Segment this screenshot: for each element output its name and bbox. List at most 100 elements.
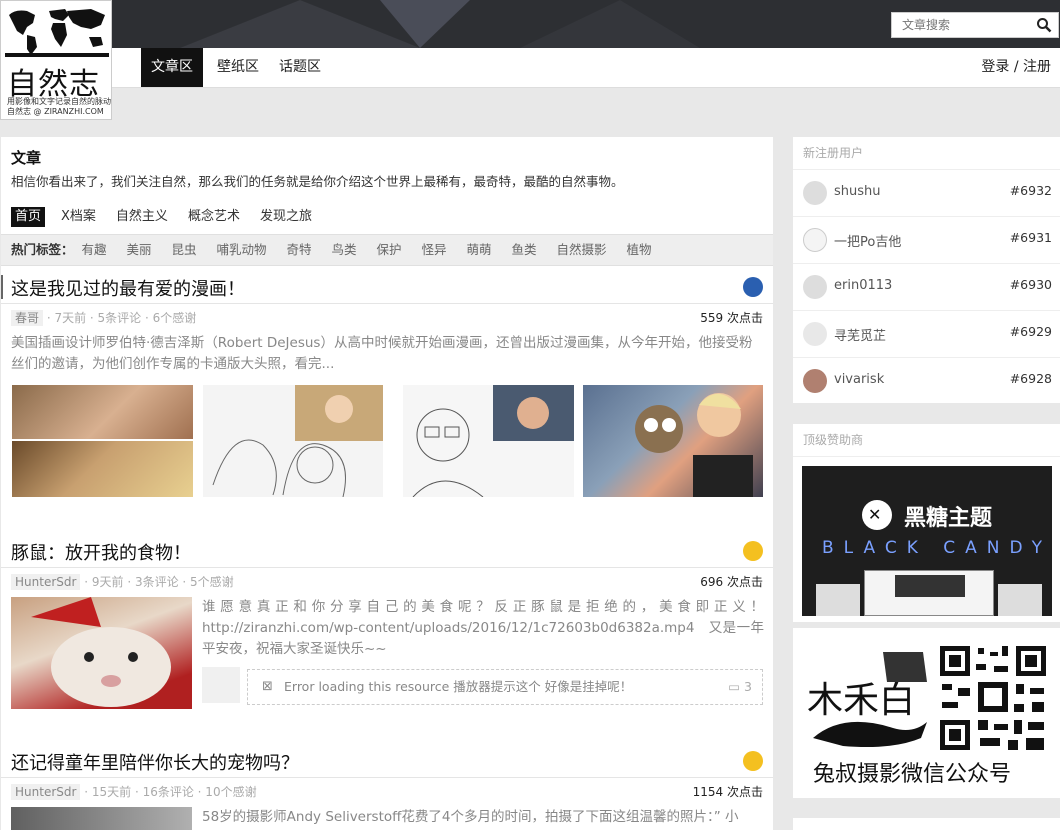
search-input[interactable] [892, 13, 1030, 37]
gallery-image[interactable] [583, 385, 763, 497]
hot-tags-label: 热门标签： [11, 242, 74, 257]
tag-link[interactable]: 奇特 [287, 242, 312, 257]
sponsor-banner[interactable]: ✕ 黑糖主题 BLACK CANDY [802, 466, 1052, 616]
nav-topics[interactable]: 话题区 [269, 48, 331, 87]
world-map-icon [5, 9, 109, 57]
new-users-widget: 新注册用户 shushu #6932 一把Po吉他 #6931 erin0113… [793, 137, 1060, 403]
comment-icon: ▭ [728, 679, 745, 694]
gallery-image[interactable] [12, 385, 193, 439]
tag-link[interactable]: 自然摄影 [557, 242, 607, 257]
nav-articles[interactable]: 文章区 [141, 48, 203, 87]
comment-count[interactable]: ▭ 3 [728, 670, 752, 704]
article-list-panel: 文章 相信你看出来了，我们关注自然，那么我们的任务就是给你介绍这个世界上最稀有，… [1, 137, 773, 830]
post-stats: · 15天前 · 16条评论 · 10个感谢 [80, 785, 257, 799]
post-item: 豚鼠：放开我的食物！ HunterSdr · 9天前 · 3条评论 · 5个感谢… [1, 539, 773, 739]
author-avatar[interactable] [743, 751, 763, 771]
cartoon-illustration [635, 393, 753, 497]
tag-link[interactable]: 美丽 [127, 242, 152, 257]
site-logo[interactable]: 自然志 用影像和文字记录自然的脉动 自然志 @ ZIRANZHI.COM [0, 0, 112, 120]
post-stats: · 7天前 · 5条评论 · 6个感谢 [43, 311, 197, 325]
tab-concept-art[interactable]: 概念艺术 [184, 207, 244, 227]
tag-link[interactable]: 昆虫 [172, 242, 197, 257]
tag-link[interactable]: 鱼类 [512, 242, 537, 257]
gallery-image[interactable] [12, 441, 193, 497]
user-name[interactable]: shushu [834, 184, 881, 199]
comment-count-value: 3 [744, 679, 752, 694]
sponsor-subtitle: BLACK CANDY [822, 538, 1052, 558]
tag-link[interactable]: 萌萌 [467, 242, 492, 257]
sketch-illustration [412, 385, 574, 497]
author-name[interactable]: HunterSdr [11, 784, 81, 800]
nav-wallpapers[interactable]: 壁纸区 [207, 48, 269, 87]
tag-link[interactable]: 鸟类 [332, 242, 357, 257]
tab-naturalism[interactable]: 自然主义 [112, 207, 172, 227]
tab-home[interactable]: 首页 [11, 207, 46, 227]
avatar[interactable] [803, 228, 827, 252]
avatar[interactable] [803, 369, 827, 393]
user-name[interactable]: 寻芜觅芷 [834, 325, 886, 344]
section-title: 文章 [11, 149, 42, 167]
user-name[interactable]: erin0113 [834, 278, 892, 293]
tab-x-files[interactable]: X档案 [57, 207, 100, 227]
post-accent-bar [1, 275, 3, 299]
sidebar-next-widget [793, 818, 1060, 830]
sponsor-screenshot [998, 584, 1042, 616]
author-avatar[interactable] [743, 277, 763, 297]
post-excerpt: 美国插画设计师罗伯特·德吉泽斯（Robert DeJesus）从高中时候就开始画… [11, 335, 753, 372]
post-meta: HunterSdr · 15天前 · 16条评论 · 10个感谢 [11, 783, 257, 800]
divider [1, 567, 773, 568]
tag-link[interactable]: 有趣 [82, 242, 107, 257]
author-name[interactable]: 春哥 [11, 310, 44, 326]
user-row[interactable]: 寻芜觅芷 #6929 [793, 311, 1060, 358]
post-item: 还记得童年里陪伴你长大的宠物吗？ HunterSdr · 15天前 · 16条评… [1, 749, 773, 830]
wechat-qr-code[interactable] [938, 644, 1048, 752]
logo-tagline-2: 自然志 @ ZIRANZHI.COM [7, 107, 104, 116]
wechat-logo-text: 木禾白 [807, 680, 915, 721]
tag-link[interactable]: 怪异 [422, 242, 447, 257]
wechat-widget: 木禾白 兔叔摄影微信公众号 [793, 628, 1060, 798]
post-thumbnail[interactable] [11, 807, 192, 830]
user-row[interactable]: 一把Po吉他 #6931 [793, 217, 1060, 264]
avatar[interactable] [803, 181, 827, 205]
wechat-caption: 兔叔摄影微信公众号 [813, 762, 1012, 787]
sponsor-brand: 黑糖主题 [904, 506, 993, 531]
tag-link[interactable]: 植物 [627, 242, 652, 257]
tag-link[interactable]: 保护 [377, 242, 402, 257]
tag-link[interactable]: 哺乳动物 [217, 242, 267, 257]
candy-logo-icon: ✕ [862, 500, 892, 530]
logo-tagline-1: 用影像和文字记录自然的脉动 [7, 97, 111, 106]
sponsor-screenshot [816, 584, 860, 616]
search-icon[interactable] [1036, 17, 1052, 33]
login-register-link[interactable]: 登录 / 注册 [981, 48, 1051, 87]
post-title[interactable]: 还记得童年里陪伴你长大的宠物吗？ [11, 749, 299, 775]
author-name[interactable]: HunterSdr [11, 574, 81, 590]
user-number: #6929 [1009, 324, 1052, 339]
user-number: #6931 [1009, 230, 1052, 245]
author-avatar[interactable] [743, 541, 763, 561]
avatar[interactable] [803, 275, 827, 299]
avatar[interactable] [803, 322, 827, 346]
widget-title: 顶级赞助商 [793, 424, 1060, 457]
embed-error-text: Error loading this resource 播放器提示这个 好像是挂… [284, 679, 633, 694]
user-row[interactable]: shushu #6932 [793, 170, 1060, 217]
post-thumbnail[interactable] [11, 597, 192, 709]
user-name[interactable]: 一把Po吉他 [834, 231, 901, 250]
post-title[interactable]: 这是我见过的最有爱的漫画！ [11, 275, 245, 301]
gallery-image[interactable] [203, 385, 383, 497]
user-name[interactable]: vivarisk [834, 372, 884, 387]
video-embed[interactable]: ⊠ Error loading this resource 播放器提示这个 好像… [247, 669, 763, 705]
user-row[interactable]: vivarisk #6928 [793, 358, 1060, 405]
post-title[interactable]: 豚鼠：放开我的食物！ [11, 539, 191, 565]
user-row[interactable]: erin0113 #6930 [793, 264, 1060, 311]
logo-tagline: 用影像和文字记录自然的脉动 自然志 @ ZIRANZHI.COM [7, 97, 111, 117]
broken-media-icon: ⊠ [262, 679, 273, 694]
hot-tags-bar: 热门标签： 有趣 美丽 昆虫 哺乳动物 奇特 鸟类 保护 怪异 萌萌 鱼类 自然… [1, 234, 773, 266]
divider [1, 777, 773, 778]
gallery-image[interactable] [403, 385, 574, 497]
embed-thumbnail [202, 667, 240, 703]
post-stats: · 9天前 · 3条评论 · 5个感谢 [80, 575, 234, 589]
tab-discovery[interactable]: 发现之旅 [256, 207, 316, 227]
search-box[interactable] [891, 12, 1059, 38]
post-clicks: 1154 次点击 [692, 785, 763, 799]
divider [1, 303, 773, 304]
